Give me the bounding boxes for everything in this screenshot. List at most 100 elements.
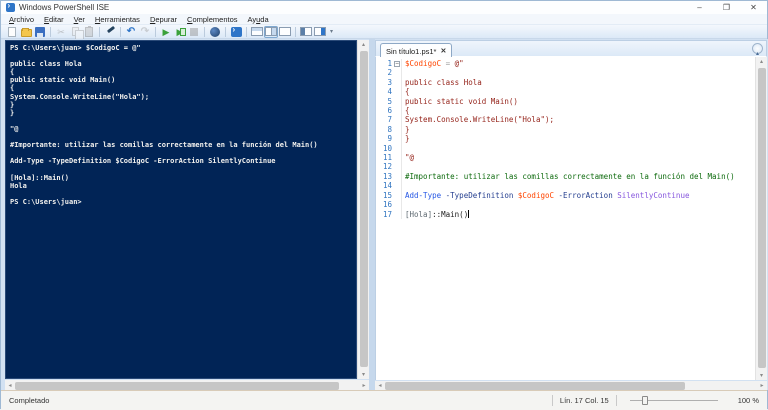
editor-vscroll-thumb[interactable] [758, 68, 766, 368]
open-script-button[interactable] [19, 26, 33, 38]
fold-collapse-icon[interactable]: − [394, 61, 400, 67]
restore-icon[interactable]: ❐ [713, 1, 740, 14]
copy-button [68, 26, 82, 38]
line-number: 16 [376, 200, 392, 209]
editor-line: 7System.Console.WriteLine("Hola"); [376, 115, 755, 124]
menu-item-archivo[interactable]: Archivo [4, 14, 39, 25]
editor-vertical-scrollbar[interactable]: ▴ ▾ [755, 57, 767, 380]
fold-column [392, 115, 401, 124]
show-command-addon-icon [314, 27, 326, 36]
editor-line: 3public class Hola [376, 78, 755, 87]
editor-line: 6{ [376, 106, 755, 115]
code-content: { [401, 106, 755, 115]
script-editor[interactable]: 1−$CodigoC = @" 2 3public class Hola 4{ … [375, 57, 755, 380]
scroll-right-icon[interactable]: ▸ [359, 381, 369, 391]
show-command-window-button[interactable] [299, 26, 313, 38]
console-output[interactable]: PS C:\Users\juan> $CodigoC = @" public c… [5, 40, 357, 379]
console-hscroll-thumb[interactable] [15, 382, 339, 390]
menu-item-depurar[interactable]: Depurar [145, 14, 182, 25]
zoom-slider-thumb[interactable] [642, 396, 648, 405]
fold-column [392, 144, 401, 153]
run-selection-button[interactable]: ▶ [173, 26, 187, 38]
fold-column [392, 87, 401, 96]
editor-tab[interactable]: Sin título1.ps1* ✕ [380, 43, 452, 58]
statusbar-separator [552, 395, 553, 406]
toolbar-separator [155, 27, 156, 37]
line-number: 12 [376, 162, 392, 171]
toolbar-separator [225, 27, 226, 37]
save-script-button[interactable] [33, 26, 47, 38]
line-number: 10 [376, 144, 392, 153]
console-line: PS C:\Users\juan> $CodigoC = @" [10, 44, 352, 52]
console-line: [Hola]::Main() [10, 174, 352, 182]
console-line: #Importante: utilizar las comillas corre… [10, 141, 352, 149]
text-caret [468, 210, 469, 218]
collapse-script-pane-icon[interactable] [752, 43, 763, 54]
code-content [401, 68, 755, 77]
console-line: public class Hola [10, 60, 352, 68]
console-vertical-scrollbar[interactable]: ▴ ▾ [357, 40, 369, 379]
toolbar-separator [204, 27, 205, 37]
new-remote-powershell-tab-button[interactable] [208, 26, 222, 38]
clear-console-button[interactable] [103, 26, 117, 38]
copy-icon [72, 27, 79, 36]
tab-close-icon[interactable]: ✕ [440, 47, 446, 55]
console-line: { [10, 84, 352, 92]
zoom-level: 100 % [738, 396, 759, 405]
app-icon [6, 3, 15, 12]
editor-line: 15Add-Type -TypeDefinition $CodigoC -Err… [376, 191, 755, 200]
toolbar-overflow-icon[interactable]: ▾ [330, 28, 333, 35]
show-command-addon-button[interactable] [313, 26, 327, 38]
editor-hscroll-thumb[interactable] [385, 382, 685, 390]
run-script-icon: ▶ [163, 27, 170, 37]
show-script-pane-right-button[interactable] [264, 26, 278, 38]
line-number: 15 [376, 191, 392, 200]
run-script-button[interactable]: ▶ [159, 26, 173, 38]
show-script-pane-maximized-button[interactable] [278, 26, 292, 38]
editor-line: 13#Importante: utilizar las comillas cor… [376, 172, 755, 181]
new-script-button[interactable] [5, 26, 19, 38]
menu-item-herramientas[interactable]: Herramientas [90, 14, 145, 25]
code-content: #Importante: utilizar las comillas corre… [401, 172, 755, 181]
fold-column [392, 125, 401, 134]
editor-tab-bar: Sin título1.ps1* ✕ [375, 40, 767, 57]
console-pane: PS C:\Users\juan> $CodigoC = @" public c… [5, 40, 369, 390]
editor-line: 4{ [376, 87, 755, 96]
code-content: $CodigoC = @" [401, 59, 755, 68]
script-pane: Sin título1.ps1* ✕ 1−$CodigoC = @" 2 3pu… [375, 40, 767, 390]
editor-line: 17[Hola]::Main() [376, 210, 755, 219]
undo-button[interactable]: ↶ [124, 26, 138, 38]
start-powershell-icon [231, 27, 242, 37]
console-vscroll-thumb[interactable] [360, 51, 368, 367]
scroll-up-icon[interactable]: ▴ [358, 41, 369, 48]
console-line: "@ [10, 125, 352, 133]
line-number: 11 [376, 153, 392, 162]
close-icon[interactable]: ✕ [740, 1, 767, 14]
scroll-up-icon[interactable]: ▴ [756, 58, 767, 65]
line-number: 5 [376, 97, 392, 106]
console-line: Add-Type -TypeDefinition $CodigoC -Error… [10, 157, 352, 165]
console-line [10, 52, 352, 60]
menu-item-complementos[interactable]: Complementos [182, 14, 242, 25]
console-line: { [10, 68, 352, 76]
cursor-position: Lín. 17 Col. 15 [560, 396, 609, 405]
scroll-down-icon[interactable]: ▾ [358, 371, 369, 378]
menu-item-editar[interactable]: Editar [39, 14, 69, 25]
editor-line: 16 [376, 200, 755, 209]
show-script-pane-top-button[interactable] [250, 26, 264, 38]
menu-item-ayuda[interactable]: Ayuda [243, 14, 274, 25]
line-number: 17 [376, 210, 392, 219]
clear-console-icon [106, 27, 115, 36]
zoom-slider[interactable] [630, 395, 718, 406]
line-number: 4 [376, 87, 392, 96]
fold-column [392, 97, 401, 106]
fold-column [392, 200, 401, 209]
minimize-icon[interactable]: – [686, 1, 713, 14]
scroll-left-icon[interactable]: ◂ [5, 381, 15, 391]
line-number: 6 [376, 106, 392, 115]
scroll-down-icon[interactable]: ▾ [756, 372, 767, 379]
start-powershell-button[interactable] [229, 26, 243, 38]
line-number: 2 [376, 68, 392, 77]
fold-column [392, 162, 401, 171]
menu-item-ver[interactable]: Ver [69, 14, 90, 25]
